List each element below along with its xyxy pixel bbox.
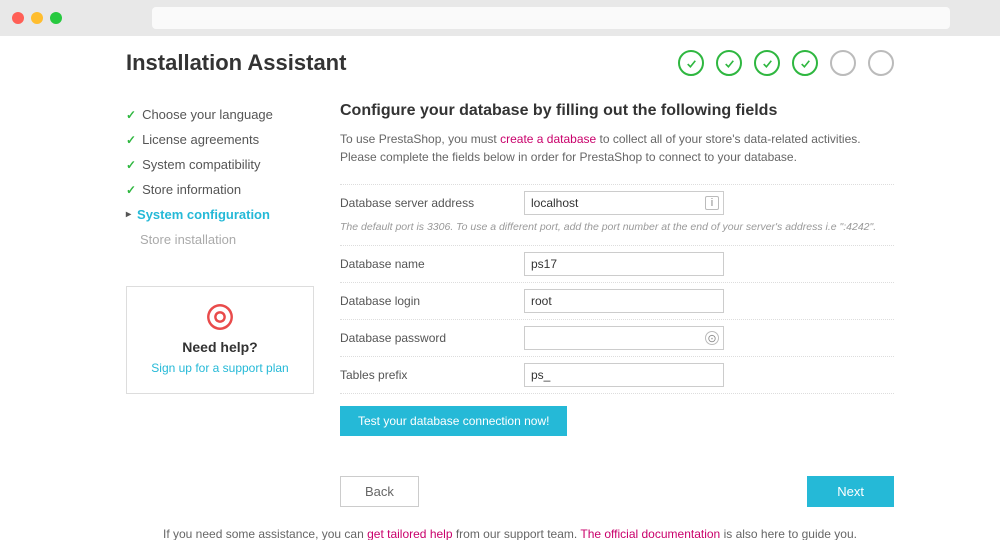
- db-server-hint: The default port is 3306. To use a diffe…: [340, 221, 876, 239]
- progress-step-3: [754, 50, 780, 76]
- db-prefix-label: Tables prefix: [340, 368, 524, 382]
- lifebuoy-icon: [206, 303, 234, 331]
- nav-buttons: Back Next: [340, 476, 894, 507]
- step-label: Choose your language: [142, 107, 273, 122]
- progress-circles: [678, 50, 894, 76]
- row-db-name: Database name: [340, 245, 894, 282]
- page-header: Installation Assistant: [126, 36, 894, 84]
- test-connection-button[interactable]: Test your database connection now!: [340, 406, 567, 436]
- page-title: Installation Assistant: [126, 50, 346, 76]
- next-button[interactable]: Next: [807, 476, 894, 507]
- db-server-input[interactable]: [524, 191, 724, 215]
- intro-prefix: To use PrestaShop, you must: [340, 132, 500, 146]
- step-language[interactable]: Choose your language: [126, 102, 314, 127]
- step-compatibility[interactable]: System compatibility: [126, 152, 314, 177]
- db-login-input[interactable]: [524, 289, 724, 313]
- step-license[interactable]: License agreements: [126, 127, 314, 152]
- db-server-label: Database server address: [340, 196, 524, 210]
- progress-step-4: [792, 50, 818, 76]
- progress-step-2: [716, 50, 742, 76]
- db-password-label: Database password: [340, 331, 524, 345]
- page-content: Installation Assistant Choose your langu…: [0, 36, 1000, 540]
- step-label: System compatibility: [142, 157, 260, 172]
- minimize-window-button[interactable]: [31, 12, 43, 24]
- footer-mid: from our support team.: [453, 527, 581, 540]
- step-label: Store information: [142, 182, 241, 197]
- check-icon: [685, 57, 698, 70]
- row-db-password: Database password ⊙: [340, 319, 894, 356]
- back-button[interactable]: Back: [340, 476, 419, 507]
- help-link[interactable]: Sign up for a support plan: [151, 361, 288, 377]
- db-name-label: Database name: [340, 257, 524, 271]
- close-window-button[interactable]: [12, 12, 24, 24]
- step-label: License agreements: [142, 132, 259, 147]
- db-name-input[interactable]: [524, 252, 724, 276]
- row-db-server: Database server address i: [340, 184, 894, 221]
- intro-text: To use PrestaShop, you must create a dat…: [340, 130, 894, 166]
- info-icon[interactable]: i: [705, 196, 719, 210]
- progress-step-1: [678, 50, 704, 76]
- keyring-icon[interactable]: ⊙: [705, 331, 719, 345]
- help-box: Need help? Sign up for a support plan: [126, 286, 314, 394]
- steps-list: Choose your language License agreements …: [126, 102, 314, 252]
- footer: If you need some assistance, you can get…: [126, 507, 894, 540]
- step-store-install: Store installation: [126, 227, 314, 252]
- progress-step-5: [830, 50, 856, 76]
- row-db-prefix: Tables prefix: [340, 356, 894, 394]
- db-password-input[interactable]: [524, 326, 724, 350]
- step-label: System configuration: [137, 207, 270, 222]
- maximize-window-button[interactable]: [50, 12, 62, 24]
- step-store-info[interactable]: Store information: [126, 177, 314, 202]
- footer-prefix: If you need some assistance, you can: [163, 527, 367, 540]
- footer-suffix: is also here to guide you.: [720, 527, 857, 540]
- main-panel: Configure your database by filling out t…: [340, 102, 894, 507]
- db-prefix-input[interactable]: [524, 363, 724, 387]
- tailored-help-link[interactable]: get tailored help: [367, 527, 452, 540]
- row-db-server-hint: The default port is 3306. To use a diffe…: [340, 221, 894, 245]
- address-bar[interactable]: [152, 7, 950, 29]
- check-icon: [723, 57, 736, 70]
- check-icon: [799, 57, 812, 70]
- page-body: Choose your language License agreements …: [126, 84, 894, 507]
- titlebar: [0, 0, 1000, 36]
- window-controls: [12, 12, 62, 24]
- documentation-link[interactable]: The official documentation: [580, 527, 720, 540]
- help-title: Need help?: [137, 339, 303, 355]
- db-login-label: Database login: [340, 294, 524, 308]
- check-icon: [761, 57, 774, 70]
- step-system-config[interactable]: System configuration: [126, 202, 314, 227]
- sidebar: Choose your language License agreements …: [126, 102, 314, 507]
- progress-step-6: [868, 50, 894, 76]
- create-database-link[interactable]: create a database: [500, 132, 596, 146]
- step-label: Store installation: [140, 232, 236, 247]
- main-title: Configure your database by filling out t…: [340, 102, 894, 120]
- app-window: Installation Assistant Choose your langu…: [0, 0, 1000, 540]
- row-db-login: Database login: [340, 282, 894, 319]
